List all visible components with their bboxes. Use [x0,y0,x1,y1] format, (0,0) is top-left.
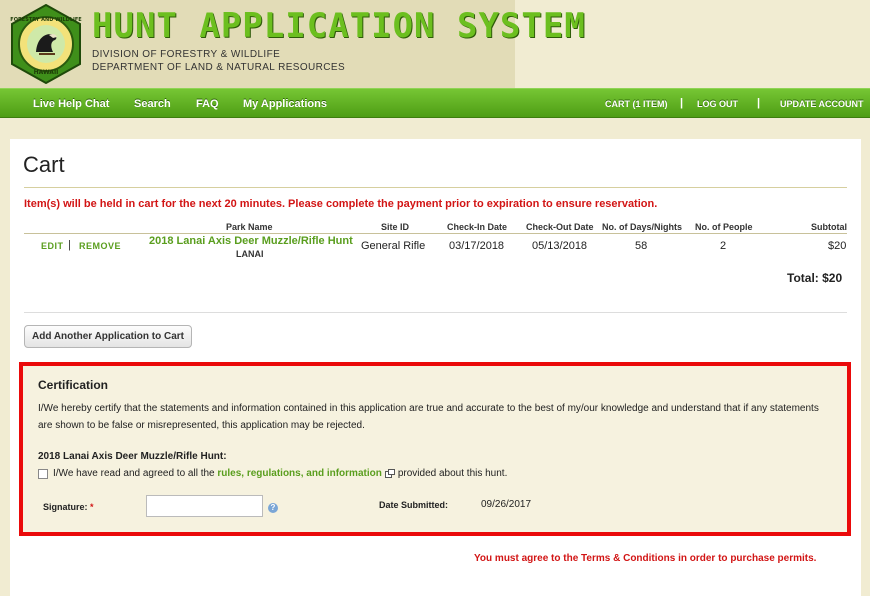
cart-total: Total: $20 [787,271,843,285]
nav-update-account[interactable]: UPDATE ACCOUNT [780,99,864,109]
nav-log-out[interactable]: LOG OUT [697,99,738,109]
remove-link[interactable]: REMOVE [79,241,121,251]
subtotal-value: $20 [828,240,847,252]
agreement-row: I/We have read and agreed to all the rul… [38,468,507,479]
nav-faq[interactable]: FAQ [196,98,219,110]
dofaw-logo: FORESTRY AND WILDLIFE HAWAII [10,4,82,84]
agree-suffix: provided about this hunt. [397,468,508,479]
column-people: No. of People [695,222,753,232]
add-application-button[interactable]: Add Another Application to Cart [24,325,192,348]
signature-label-text: Signature: [43,502,88,512]
certification-title: Certification [38,378,109,392]
column-site-id: Site ID [381,222,410,232]
content-panel: Cart Item(s) will be held in cart for th… [10,139,861,596]
required-asterisk: * [90,502,94,512]
signature-label: Signature: * [43,502,94,512]
hunt-title: 2018 Lanai Axis Deer Muzzle/Rifle Hunt: [38,451,227,462]
column-park-name: Park Name [226,222,273,232]
days-nights-value: 58 [635,240,648,252]
table-header-divider [24,233,847,234]
park-name-link[interactable]: 2018 Lanai Axis Deer Muzzle/Rifle Hunt [149,235,353,247]
nav-live-help-chat[interactable]: Live Help Chat [33,98,109,110]
column-days-nights: No. of Days/Nights [602,222,683,232]
site-id-value: General Rifle [361,240,426,252]
check-in-value: 03/17/2018 [449,240,505,252]
site-header: FORESTRY AND WILDLIFE HAWAII HUNT APPLIC… [0,0,870,88]
people-value: 2 [720,240,727,252]
nav-my-applications[interactable]: My Applications [243,98,327,110]
terms-warning: You must agree to the Terms & Conditions… [474,553,817,564]
column-check-in: Check-In Date [447,222,508,232]
help-icon[interactable]: ? [268,503,278,513]
park-island: LANAI [236,249,264,259]
department-name: DEPARTMENT OF LAND & NATURAL RESOURCES [92,62,346,73]
certification-section: Certification I/We hereby certify that t… [19,362,851,536]
edit-link[interactable]: EDIT [41,241,64,251]
external-window-icon[interactable] [384,469,395,478]
app-title: HUNT APPLICATION SYSTEM [92,6,586,46]
certification-text: I/We hereby certify that the statements … [38,403,819,431]
main-nav: Live Help Chat Search FAQ My Application… [0,88,870,118]
row-action-separator: | [68,239,71,251]
check-out-value: 05/13/2018 [532,240,588,252]
date-submitted-label: Date Submitted: [379,500,449,510]
rules-link[interactable]: rules, regulations, and information [217,468,381,479]
column-check-out: Check-Out Date [526,222,594,232]
division-name: DIVISION OF FORESTRY & WILDLIFE [92,49,281,60]
svg-text:FORESTRY AND WILDLIFE: FORESTRY AND WILDLIFE [10,17,82,23]
signature-input[interactable] [146,495,263,517]
svg-text:HAWAII: HAWAII [34,69,59,76]
nav-cart[interactable]: CART (1 ITEM) [605,99,668,109]
agree-checkbox[interactable] [38,468,48,479]
date-submitted-value: 09/26/2017 [481,499,532,510]
section-divider [24,312,847,313]
nav-separator: | [680,97,684,109]
nav-search[interactable]: Search [134,98,171,110]
page-title: Cart [23,152,65,177]
nav-separator: | [757,97,761,109]
agree-prefix: I/We have read and agreed to all the [53,468,215,479]
column-subtotal: Subtotal [811,222,847,232]
cart-hold-message: Item(s) will be held in cart for the nex… [24,198,658,210]
title-divider [24,187,847,188]
